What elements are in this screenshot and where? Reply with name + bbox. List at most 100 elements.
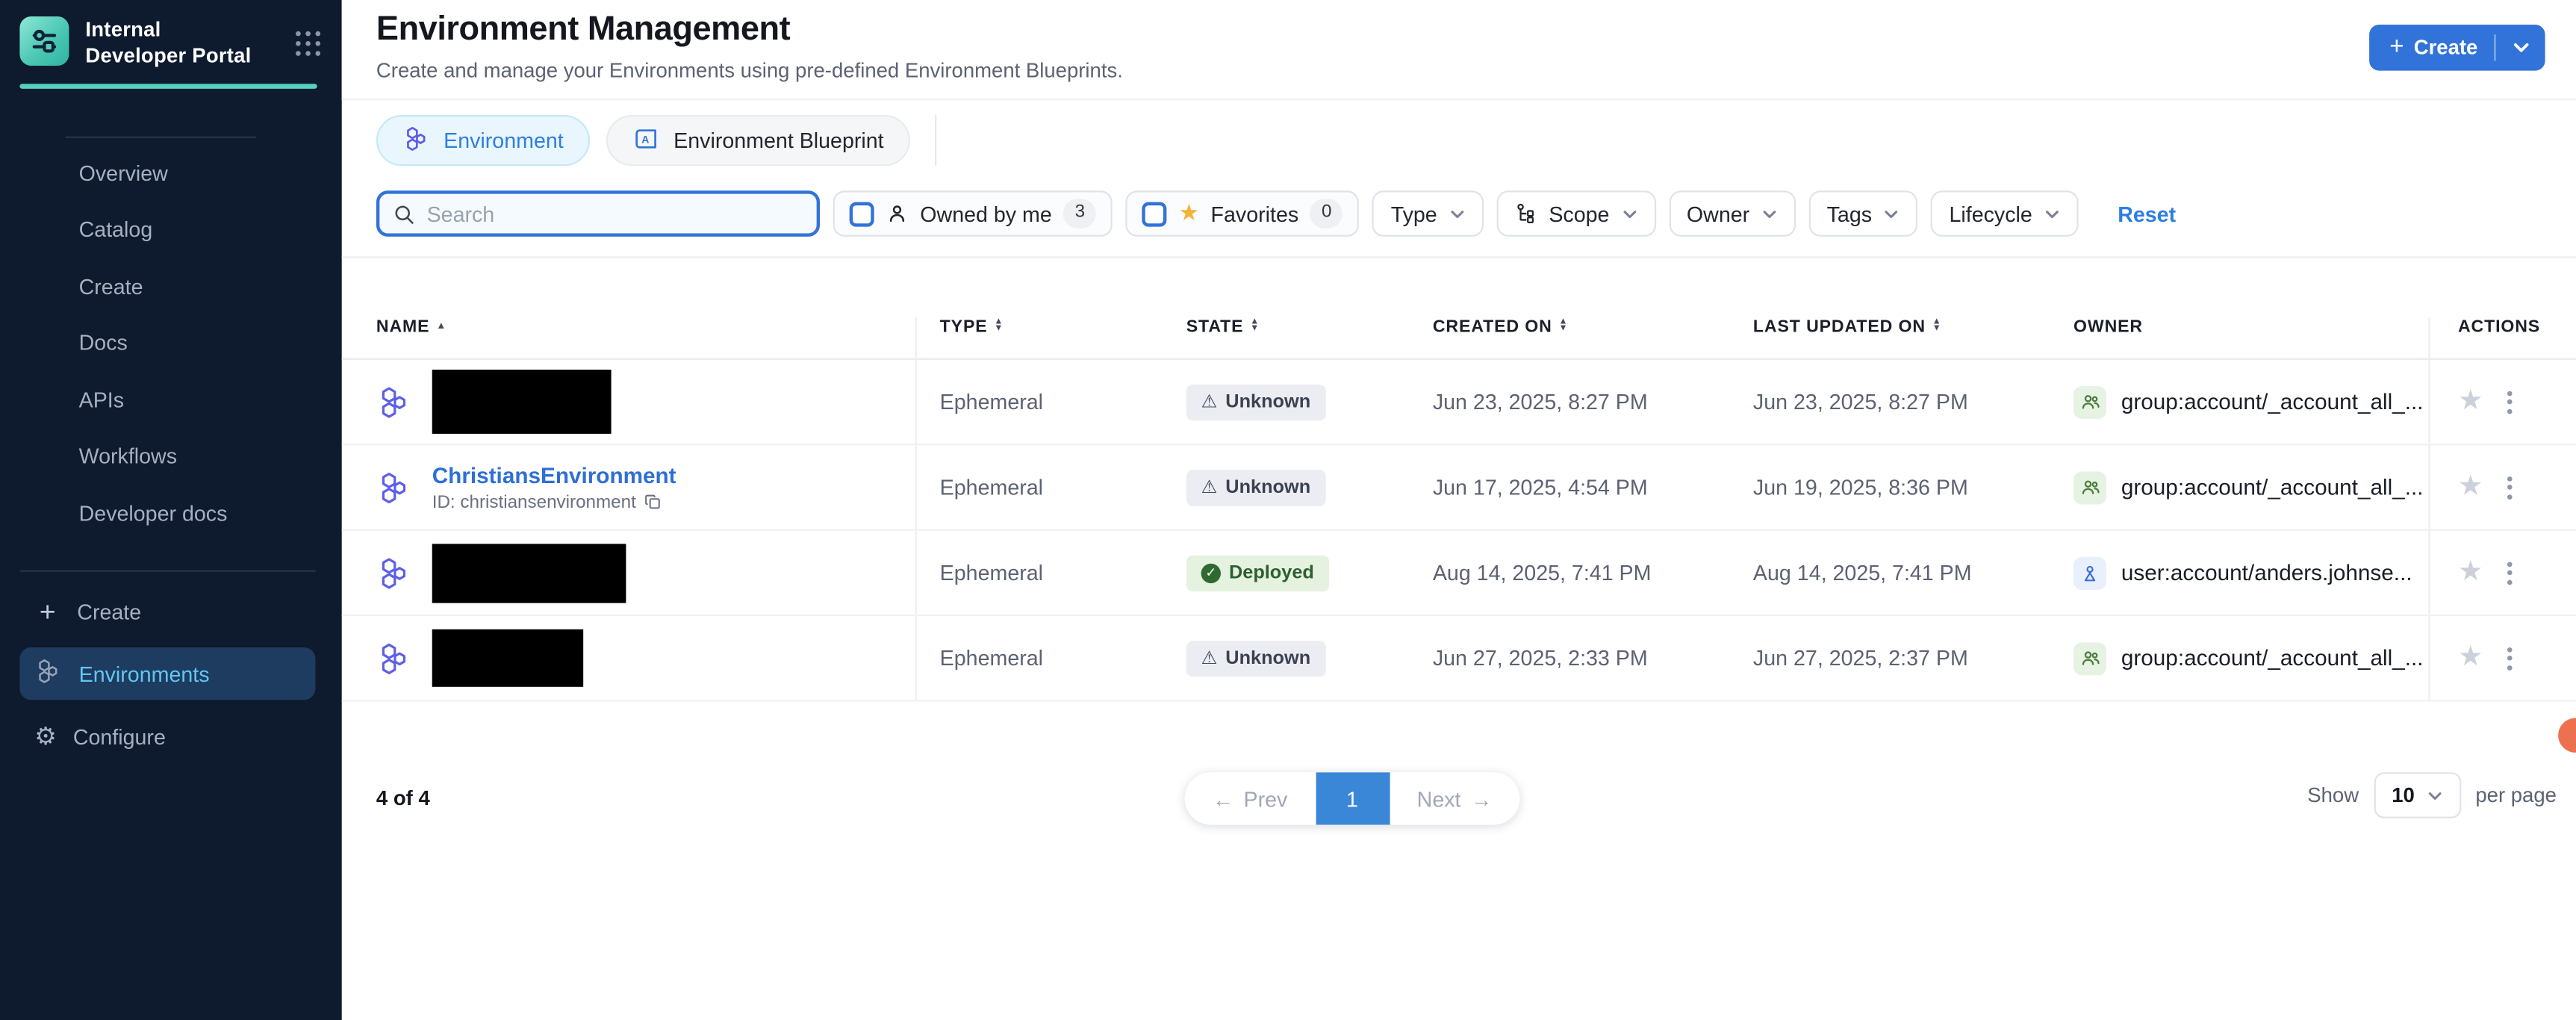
actions-cell: ★ <box>2428 445 2576 529</box>
sidebar-item-label: Developer docs <box>79 501 228 526</box>
sidebar-accent-bar <box>19 84 317 89</box>
favorites-label: Favorites <box>1211 202 1299 226</box>
page-subtitle: Create and manage your Environments usin… <box>376 59 1123 82</box>
lifecycle-dropdown[interactable]: Lifecycle <box>1931 190 2078 237</box>
column-header-type[interactable]: TYPE ▲▼ <box>917 317 1163 358</box>
type-cell: Ephemeral <box>917 445 1163 529</box>
copy-icon[interactable] <box>644 493 662 511</box>
arrow-left-icon: ← <box>1213 786 1234 811</box>
favorite-star-button[interactable]: ★ <box>2458 644 2483 672</box>
owned-by-me-filter[interactable]: Owned by me 3 <box>833 190 1113 237</box>
owner-cell: user:account/anders.johnse... <box>2050 531 2428 615</box>
column-header-label: TYPE <box>940 317 988 337</box>
create-button-caret[interactable] <box>2496 41 2545 55</box>
type-dropdown-label: Type <box>1391 202 1437 226</box>
hexagons-icon <box>376 640 412 676</box>
favorites-filter[interactable]: ★ Favorites 0 <box>1126 190 1360 237</box>
chevron-down-icon <box>1761 208 1778 219</box>
plus-icon: + <box>2389 34 2404 59</box>
table-row[interactable]: Ephemeral ⚠ Unknown Jun 27, 2025, 2:33 P… <box>342 616 2576 701</box>
tab-environment[interactable]: Environment <box>376 115 590 166</box>
kebab-menu-button[interactable] <box>2504 643 2516 673</box>
next-page-button[interactable]: Next → <box>1390 772 1520 824</box>
sidebar-item-developer-docs[interactable]: Developer docs <box>0 485 342 541</box>
sidebar-item-apis[interactable]: APIs <box>0 371 342 428</box>
show-label: Show <box>2307 784 2359 807</box>
state-cell: ✓ Deployed <box>1163 531 1410 615</box>
column-header-created-on[interactable]: CREATED ON ▲▼ <box>1410 317 1730 358</box>
notification-widget-dot[interactable] <box>2558 718 2576 753</box>
table-row[interactable]: ChristiansEnvironment ID: christiansenvi… <box>342 445 2576 530</box>
hexagons-icon <box>402 124 430 157</box>
name-cell: ChristiansEnvironment ID: christiansenvi… <box>342 445 917 529</box>
chevron-down-icon <box>2044 208 2060 219</box>
owner-label: user:account/anders.johnse... <box>2121 560 2412 585</box>
brand-title: Internal Developer Portal <box>85 16 259 70</box>
chevron-down-icon <box>2426 789 2442 800</box>
status-badge-unknown: ⚠ Unknown <box>1186 640 1325 676</box>
sidebar-item-docs[interactable]: Docs <box>0 314 342 371</box>
sidebar-item-label: Docs <box>79 331 128 355</box>
lifecycle-dropdown-label: Lifecycle <box>1949 202 2032 226</box>
gear-icon: ⚙ <box>34 724 57 748</box>
page-size-select[interactable]: 10 <box>2374 772 2461 818</box>
sidebar-item-overview[interactable]: Overview <box>0 145 342 202</box>
redacted-name <box>432 629 583 687</box>
warning-icon: ⚠ <box>1201 649 1218 667</box>
page-1-button[interactable]: 1 <box>1316 772 1390 824</box>
table-row[interactable]: Ephemeral ✓ Deployed Aug 14, 2025, 7:41 … <box>342 531 2576 616</box>
column-header-state[interactable]: STATE ▲▼ <box>1163 317 1410 358</box>
actions-cell: ★ <box>2428 531 2576 615</box>
apps-grid-icon[interactable] <box>295 31 320 57</box>
scope-dropdown[interactable]: Scope <box>1496 190 1655 237</box>
owner-dropdown[interactable]: Owner <box>1669 190 1796 237</box>
sidebar: Internal Developer Portal Overview Catal… <box>0 0 342 1020</box>
search-box[interactable] <box>376 190 820 237</box>
state-cell: ⚠ Unknown <box>1163 616 1410 700</box>
arrow-right-icon: → <box>1471 786 1493 811</box>
favorites-checkbox[interactable] <box>1142 202 1167 226</box>
chevron-down-icon <box>1883 208 1900 219</box>
sidebar-item-create[interactable]: Create <box>0 258 342 314</box>
sidebar-item-configure[interactable]: ⚙ Configure <box>19 710 315 762</box>
next-label: Next <box>1417 786 1461 811</box>
owned-by-me-checkbox[interactable] <box>850 202 874 226</box>
create-button-main[interactable]: + Create <box>2370 36 2495 59</box>
sidebar-item-catalog[interactable]: Catalog <box>0 202 342 258</box>
last-updated-cell: Jun 27, 2025, 2:37 PM <box>1730 616 2050 700</box>
sidebar-item-workflows[interactable]: Workflows <box>0 428 342 485</box>
star-icon: ★ <box>1178 202 1199 226</box>
column-header-last-updated-on[interactable]: LAST UPDATED ON ▲▼ <box>1730 317 2050 358</box>
created-on-cell: Jun 23, 2025, 8:27 PM <box>1410 360 1730 444</box>
environment-name-link[interactable]: ChristiansEnvironment <box>432 462 676 487</box>
tags-dropdown[interactable]: Tags <box>1808 190 1917 237</box>
type-dropdown[interactable]: Type <box>1372 190 1483 237</box>
reset-filters-link[interactable]: Reset <box>2118 202 2176 226</box>
hexagons-icon <box>376 469 412 505</box>
sidebar-configure-label: Configure <box>73 724 166 748</box>
column-header-label: NAME <box>376 317 430 337</box>
sidebar-create-button[interactable]: + Create <box>19 585 315 637</box>
table-row[interactable]: Ephemeral ⚠ Unknown Jun 23, 2025, 8:27 P… <box>342 360 2576 445</box>
filter-bar: Owned by me 3 ★ Favorites 0 Type Scope O… <box>376 190 2176 237</box>
sidebar-item-environments-active[interactable]: Environments <box>19 647 315 700</box>
status-badge-deployed: ✓ Deployed <box>1186 555 1329 591</box>
search-input[interactable] <box>427 202 803 226</box>
favorite-star-button[interactable]: ★ <box>2458 388 2483 415</box>
redacted-name <box>432 543 626 602</box>
page-size-control: Show 10 per page <box>2307 772 2557 818</box>
chevron-down-icon <box>2511 41 2529 55</box>
kebab-menu-button[interactable] <box>2504 558 2516 588</box>
hexagons-icon <box>34 657 62 690</box>
favorite-star-button[interactable]: ★ <box>2458 473 2483 501</box>
pagination-summary: 4 of 4 <box>376 787 430 810</box>
create-split-button[interactable]: + Create <box>2370 25 2545 71</box>
owned-by-me-label: Owned by me <box>920 202 1051 226</box>
kebab-menu-button[interactable] <box>2504 387 2516 417</box>
created-on-cell: Jun 17, 2025, 4:54 PM <box>1410 445 1730 529</box>
kebab-menu-button[interactable] <box>2504 473 2516 503</box>
tab-environment-blueprint[interactable]: A Environment Blueprint <box>606 115 910 166</box>
prev-page-button[interactable]: ← Prev <box>1185 772 1316 824</box>
favorite-star-button[interactable]: ★ <box>2458 559 2483 586</box>
column-header-name[interactable]: NAME ▲ <box>342 317 917 358</box>
